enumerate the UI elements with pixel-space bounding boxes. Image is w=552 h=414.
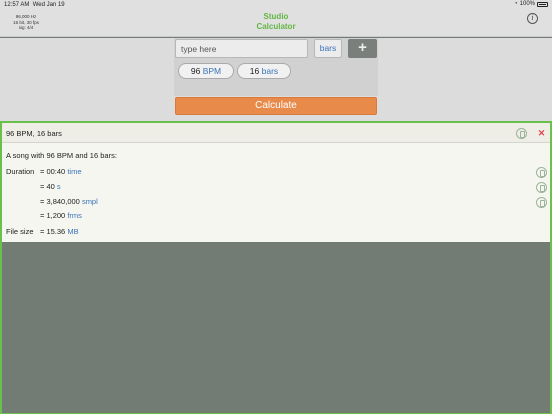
unit-text: frms [67,211,82,220]
chip-bpm[interactable]: 96 BPM [178,63,234,79]
result-card: 96 BPM, 16 bars ✕ A song with 96 BPM and… [2,123,550,242]
value-text: = 1,200 [40,211,66,220]
app-title: Studio Calculator [0,12,552,31]
chip-bars[interactable]: 16 bars [237,63,291,79]
copy-icon[interactable] [516,128,527,139]
app-title-line1: Studio [263,12,289,21]
unit-text: smpl [81,197,98,206]
result-card-header: 96 BPM, 16 bars ✕ [2,123,550,143]
status-date-text: Wed Jan 19 [32,2,65,8]
chip-bpm-value: 96 [190,66,201,76]
battery-icon [537,1,548,7]
value-text: = 3,840,000 [40,197,80,206]
unit-selector-button[interactable]: bars [314,39,342,58]
results-area: 96 BPM, 16 bars ✕ A song with 96 BPM and… [0,121,552,414]
result-summary: A song with 96 BPM and 16 bars: [6,151,117,160]
value-input[interactable] [175,39,308,58]
copy-icon[interactable] [536,182,547,193]
unit-text: MB [67,227,79,236]
battery-percent: 100% [519,1,535,7]
status-indicators: ◔ 100% [514,1,548,7]
filesize-label: File size [6,227,34,236]
app-header: 12:57 AM Wed Jan 19 ◔ 100% 96,000 Hz 16 … [0,0,552,37]
value-text: = 00:40 [40,167,66,176]
status-time-text: 12:57 AM [4,2,30,8]
value-text: = 40 [40,182,55,191]
unit-text: time [67,167,82,176]
result-value: = 3,840,000 smpl [40,197,98,206]
result-title: 96 BPM, 16 bars [6,129,62,138]
unit-text: s [56,182,61,191]
status-time: 12:57 AM Wed Jan 19 [4,2,65,8]
chip-bars-value: 16 [249,66,260,76]
result-value: = 15.36 MB [40,227,79,236]
empty-results-area [2,242,550,413]
info-icon[interactable]: i [527,13,538,24]
result-value: = 00:40 time [40,167,82,176]
close-icon[interactable]: ✕ [537,129,546,138]
add-button[interactable]: + [348,39,377,58]
duration-label: Duration [6,167,35,176]
copy-icon[interactable] [536,167,547,178]
app-title-line2: Calculator [256,21,296,31]
calculate-button[interactable]: Calculate [175,97,377,115]
copy-icon[interactable] [536,197,547,208]
result-value: = 1,200 frms [40,211,82,220]
wifi-icon: ◔ [514,1,518,7]
value-text: = 15.36 [40,227,66,236]
chip-bars-unit: bars [261,66,279,76]
result-value: = 40 s [40,182,61,191]
chip-bpm-unit: BPM [202,66,222,76]
